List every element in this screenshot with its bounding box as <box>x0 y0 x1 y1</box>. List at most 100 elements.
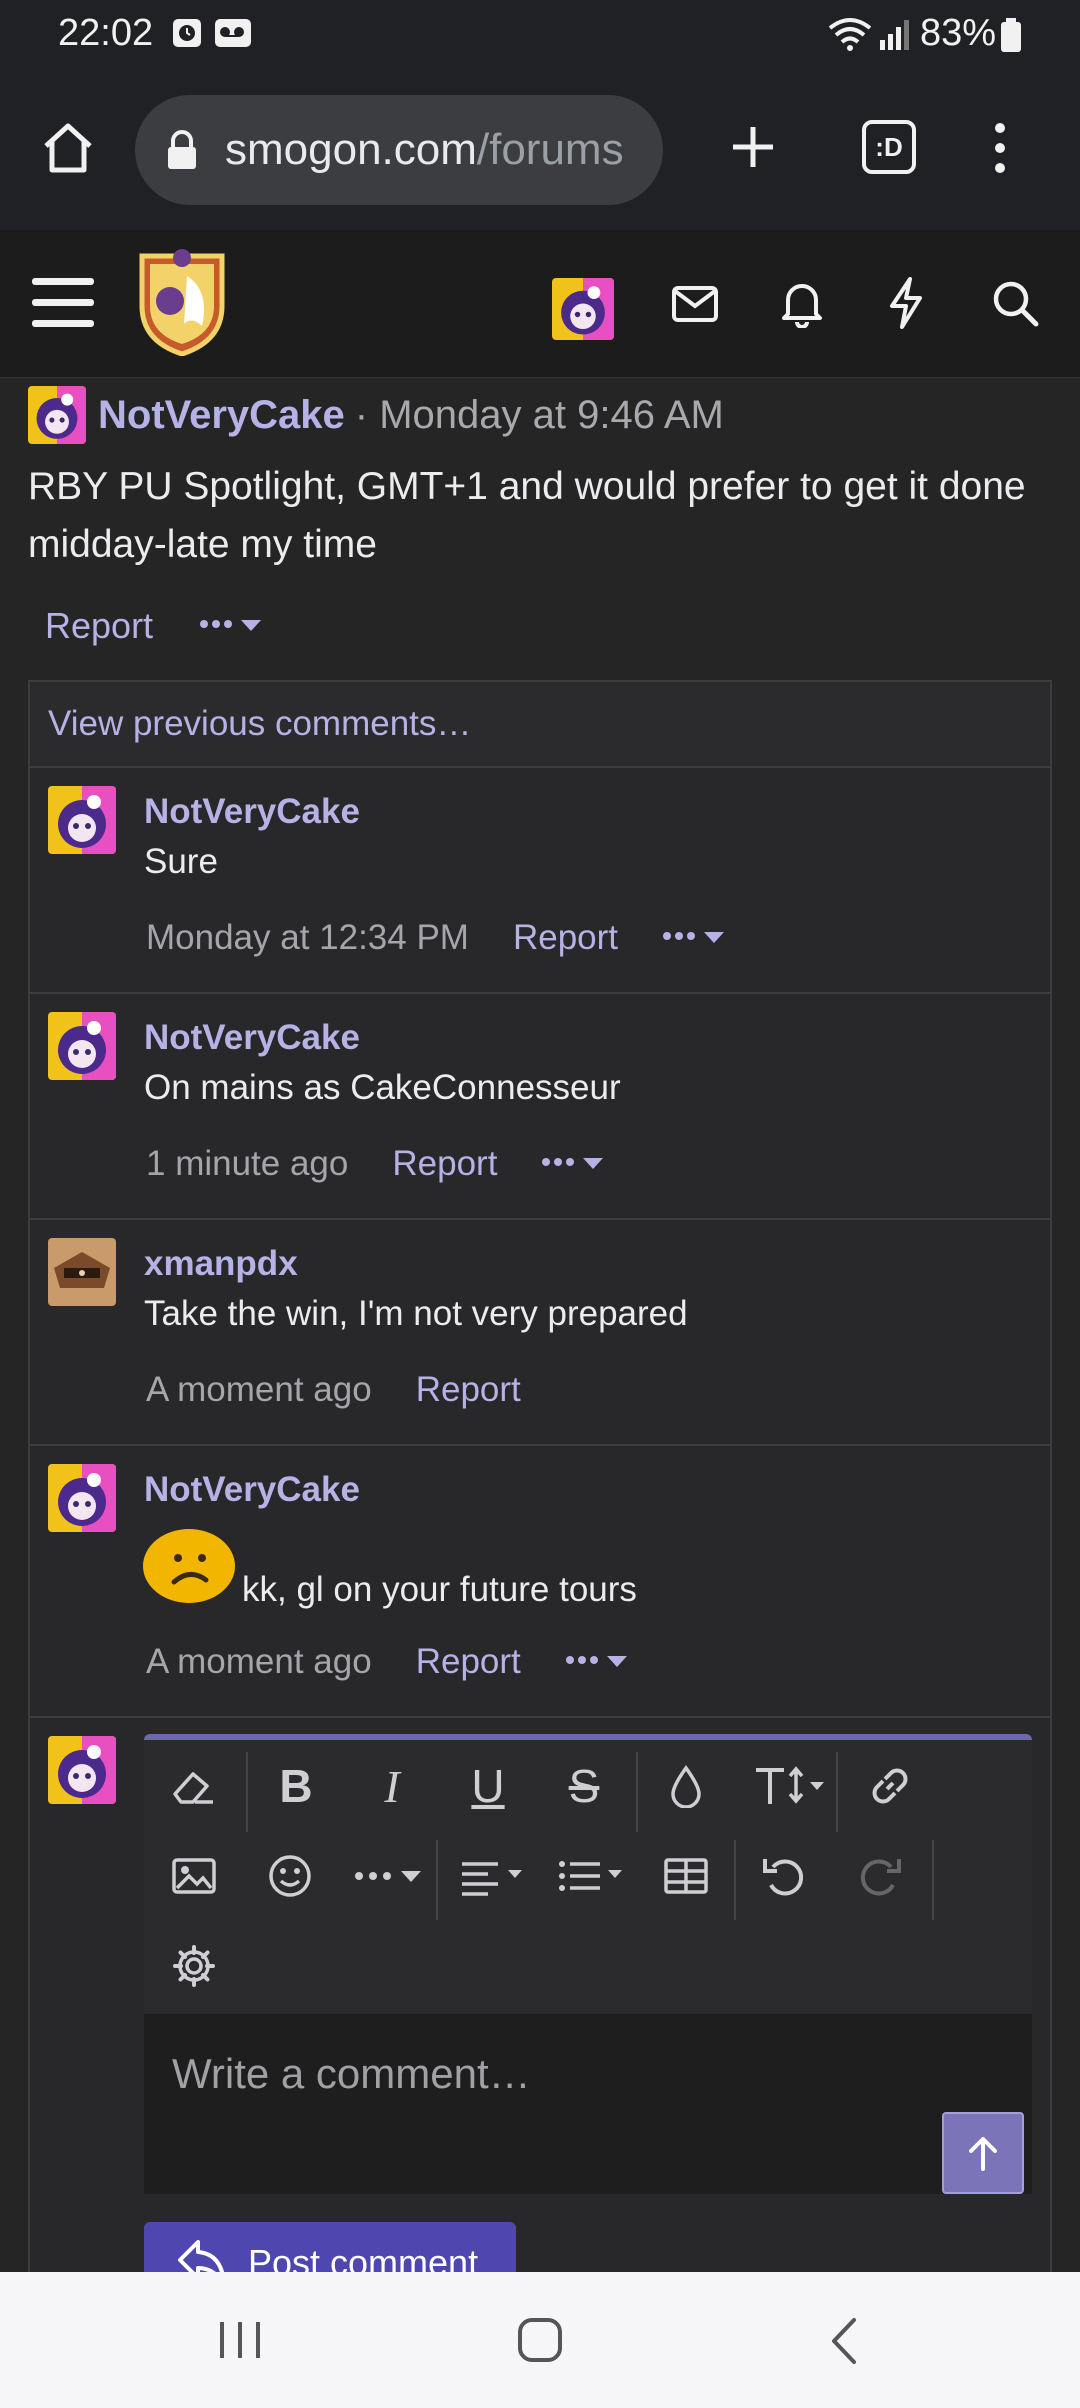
url-host: smogon.com <box>225 125 477 174</box>
comments-section: View previous comments… NotVeryCake Sure… <box>28 680 1052 2292</box>
post-body: RBY PU Spotlight, GMT+1 and would prefer… <box>28 465 1026 566</box>
font-size-icon[interactable] <box>752 1756 832 1816</box>
comment-more-menu[interactable] <box>565 1652 631 1672</box>
comment-avatar[interactable] <box>48 1238 116 1306</box>
redo-icon[interactable] <box>850 1846 910 1906</box>
toolbar-divider <box>436 1840 438 1920</box>
toolbar-divider <box>636 1752 638 1832</box>
comment-more-menu[interactable] <box>541 1154 607 1174</box>
voicemail-icon <box>214 18 254 53</box>
hamburger-menu-icon[interactable] <box>32 276 94 335</box>
comment-item: NotVeryCake Sure Monday at 12:34 PM Repo… <box>30 768 1050 994</box>
insert-image-icon[interactable] <box>164 1846 224 1906</box>
alarm-icon <box>172 18 202 53</box>
comment-more-menu[interactable] <box>662 928 728 948</box>
undo-icon[interactable] <box>754 1846 814 1906</box>
comment-meta: Monday at 12:34 PM Report <box>146 918 728 958</box>
comment-text: Take the win, I'm not very prepared <box>144 1294 688 1333</box>
comment-report-link[interactable]: Report <box>513 918 618 958</box>
system-navigation-bar <box>0 2272 1080 2408</box>
comment-meta: A moment ago Report <box>146 1642 631 1682</box>
post-date[interactable]: · Monday at 9:46 AM <box>355 393 724 438</box>
comment-author[interactable]: xmanpdx <box>144 1244 298 1284</box>
view-previous-comments[interactable]: View previous comments… <box>30 682 1050 768</box>
comment-avatar[interactable] <box>48 1464 116 1532</box>
arrow-up-icon <box>969 2137 997 2171</box>
comment-item: xmanpdx Take the win, I'm not very prepa… <box>30 1220 1050 1446</box>
back-icon[interactable] <box>826 2316 860 2371</box>
home-button-icon[interactable] <box>516 2316 564 2369</box>
post-author-avatar[interactable] <box>28 386 86 444</box>
more-insert-options-icon[interactable] <box>350 1846 430 1906</box>
comment-item: NotVeryCake On mains as CakeConnesseur 1… <box>30 994 1050 1220</box>
wifi-icon <box>826 16 874 57</box>
home-icon[interactable] <box>38 118 98 183</box>
post-actions: Report <box>45 605 265 647</box>
comment-author[interactable]: NotVeryCake <box>144 1470 360 1510</box>
search-icon[interactable] <box>990 278 1040 333</box>
recent-apps-icon[interactable] <box>216 2318 264 2367</box>
signal-icon <box>878 18 912 55</box>
new-tab-icon[interactable] <box>728 122 778 177</box>
comment-item: NotVeryCake kk, gl on your future tours … <box>30 1446 1050 1718</box>
comment-date[interactable]: A moment ago <box>146 1642 372 1682</box>
browser-toolbar: smogon.com/forums :D <box>0 70 1080 230</box>
insert-table-icon[interactable] <box>656 1846 716 1906</box>
italic-icon[interactable]: I <box>362 1756 422 1816</box>
comment-meta: A moment ago Report <box>146 1370 521 1410</box>
comment-input-placeholder: Write a comment… <box>172 2050 531 2097</box>
address-bar[interactable]: smogon.com/forums <box>135 95 663 205</box>
clear-formatting-icon[interactable] <box>164 1756 224 1816</box>
post-report-link[interactable]: Report <box>45 605 153 647</box>
tab-switcher-button[interactable]: :D <box>862 120 916 174</box>
comment-author[interactable]: NotVeryCake <box>144 792 360 832</box>
lock-icon <box>165 129 199 176</box>
comment-report-link[interactable]: Report <box>416 1370 521 1410</box>
underline-icon[interactable]: U <box>458 1756 518 1816</box>
inbox-icon[interactable] <box>670 282 720 331</box>
toolbar-divider <box>836 1752 838 1832</box>
comment-date[interactable]: A moment ago <box>146 1370 372 1410</box>
post-header: NotVeryCake · Monday at 9:46 AM <box>28 385 724 445</box>
align-icon[interactable] <box>456 1846 536 1906</box>
view-previous-label[interactable]: View previous comments… <box>48 704 471 744</box>
whats-new-bolt-icon[interactable] <box>886 276 926 335</box>
more-options-icon <box>565 1656 627 1667</box>
more-options-icon <box>663 932 725 943</box>
comment-author[interactable]: NotVeryCake <box>144 1018 360 1058</box>
comment-date[interactable]: Monday at 12:34 PM <box>146 918 469 958</box>
more-options-icon <box>542 1158 604 1169</box>
list-icon[interactable] <box>554 1846 634 1906</box>
user-avatar[interactable] <box>552 278 614 340</box>
more-options-icon <box>200 620 262 631</box>
comment-text: On mains as CakeConnesseur <box>144 1068 621 1107</box>
battery-percent: 83% <box>920 12 997 54</box>
comment-date[interactable]: 1 minute ago <box>146 1144 348 1184</box>
comment-editor: B I U S Write a comment… <box>144 1734 1032 2194</box>
site-header <box>0 230 1080 378</box>
smogon-logo[interactable] <box>132 246 232 361</box>
url-text: smogon.com/forums <box>225 125 624 175</box>
scroll-to-top-button[interactable] <box>942 2112 1024 2194</box>
link-icon[interactable] <box>860 1756 920 1816</box>
settings-gear-icon[interactable] <box>164 1936 224 1996</box>
comment-avatar[interactable] <box>48 786 116 854</box>
status-time: 22:02 <box>58 12 154 54</box>
comment-avatar[interactable] <box>48 1012 116 1080</box>
bell-icon[interactable] <box>780 278 824 333</box>
toolbar-divider <box>246 1752 248 1832</box>
comment-input[interactable]: Write a comment… <box>144 2014 1032 2194</box>
browser-menu-icon[interactable] <box>988 120 1012 181</box>
text-color-icon[interactable] <box>656 1756 716 1816</box>
post-author-link[interactable]: NotVeryCake <box>98 393 345 438</box>
composer-avatar[interactable] <box>48 1736 116 1804</box>
comment-text: kk, gl on your future tours <box>242 1570 637 1609</box>
emoji-icon[interactable] <box>260 1846 320 1906</box>
comment-report-link[interactable]: Report <box>392 1144 497 1184</box>
post-more-menu[interactable] <box>199 616 265 636</box>
frowning-face-emoji-icon <box>142 1522 236 1609</box>
strikethrough-icon[interactable]: S <box>554 1756 614 1816</box>
comment-report-link[interactable]: Report <box>416 1642 521 1682</box>
bold-icon[interactable]: B <box>266 1756 326 1816</box>
battery-icon <box>1000 18 1022 57</box>
